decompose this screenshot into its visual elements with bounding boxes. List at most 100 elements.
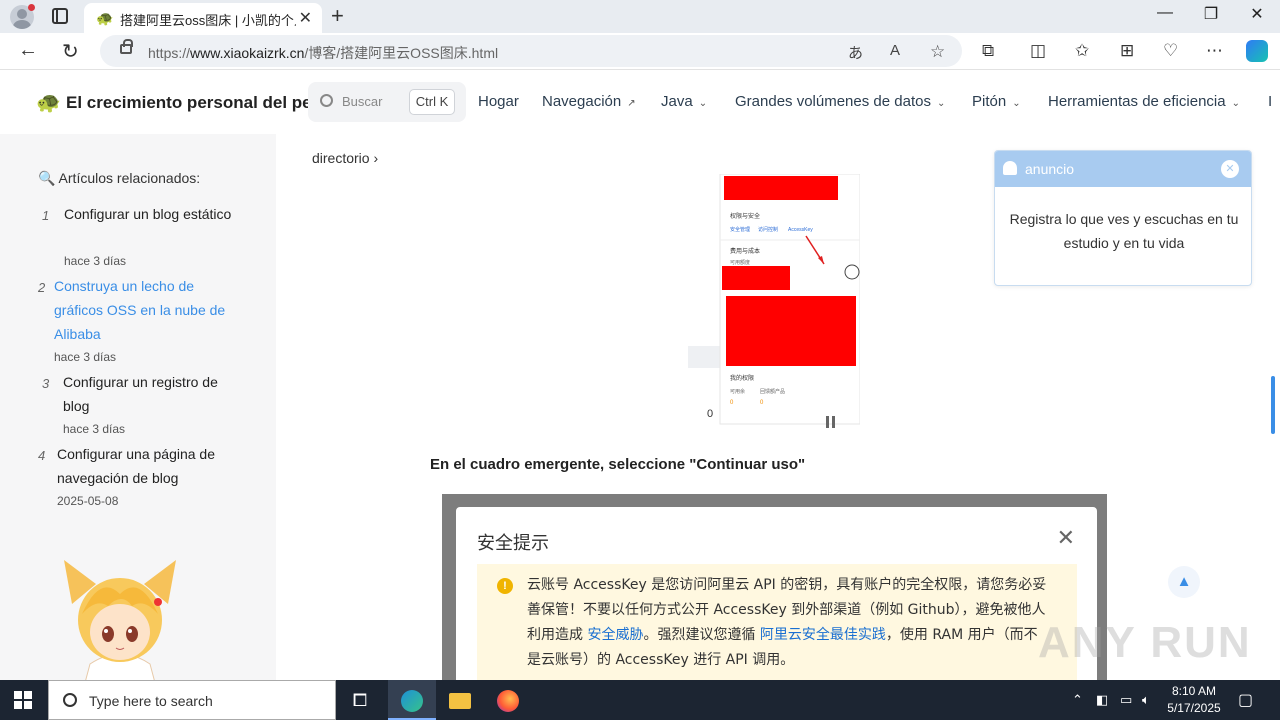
site-header: 🐢 El crecimiento personal del pequeño Ka…: [0, 70, 1280, 134]
announcement-popup: anuncio ✕ Registra lo que ves y escuchas…: [994, 150, 1252, 286]
shot-zero: 0: [707, 408, 713, 420]
breadcrumb[interactable]: directorio ›: [312, 150, 378, 166]
related-item-number: 4: [38, 448, 46, 463]
web-page: 🐢 El crecimiento personal del pequeño Ka…: [0, 70, 1280, 680]
edge-browser-icon[interactable]: [388, 680, 436, 720]
tab-close-icon[interactable]: ✕: [299, 8, 312, 28]
favorite-star-icon[interactable]: ☆: [930, 42, 945, 62]
tray-network-device-icon[interactable]: ◧: [1096, 692, 1108, 708]
nav-big-data[interactable]: Grandes volúmenes de datos ⌄: [735, 93, 945, 110]
chevron-down-icon: ⌄: [936, 98, 946, 109]
split-screen-icon[interactable]: ◫: [1030, 41, 1046, 61]
profile-notification-dot: [28, 4, 35, 11]
firefox-icon[interactable]: [484, 680, 532, 720]
article-caption: En el cuadro emergente, seleccione "Cont…: [430, 456, 806, 473]
related-item-date: hace 3 días: [64, 254, 127, 268]
browser-essentials-icon[interactable]: ♡: [1163, 41, 1178, 61]
nav-home[interactable]: Hogar: [478, 93, 519, 110]
back-to-top-rocket-icon[interactable]: ▲: [1168, 566, 1200, 598]
taskbar-search-box[interactable]: Type here to search: [48, 680, 336, 720]
related-item-number: 3: [42, 376, 50, 391]
article-screenshot-dialog: 安全提示 ✕ ! 云账号 AccessKey 是您访问阿里云 API 的密钥，具…: [442, 494, 1107, 680]
site-search-box[interactable]: Buscar Ctrl K: [308, 82, 466, 122]
shot-orders-title: 我的权限: [730, 374, 754, 382]
chevron-down-icon: ⌄: [698, 98, 708, 109]
article-screenshot-console: 权限与安全 安全管理 访问控制 AccessKey 费用与成本 可用额度 我的权…: [688, 174, 860, 436]
restore-button[interactable]: ❐: [1188, 4, 1234, 24]
nav-more[interactable]: I: [1268, 93, 1272, 110]
shot-col1: 可用余: [730, 388, 745, 395]
best-practice-link: 阿里云安全最佳实践: [759, 627, 886, 643]
more-menu-icon[interactable]: ⋯: [1206, 41, 1223, 61]
anyrun-watermark: ANY RUN: [1038, 618, 1252, 667]
close-window-button[interactable]: ✕: [1234, 4, 1280, 24]
browser-tab-active[interactable]: 🐢 搭建阿里云oss图床 | 小凯的个人成长 ✕: [84, 3, 322, 33]
search-icon: [320, 94, 333, 107]
related-articles-sidebar: 🔍 Artículos relacionados: 1 Configurar u…: [0, 134, 276, 680]
refresh-icon[interactable]: ↻: [62, 39, 79, 64]
related-item-title[interactable]: Configurar un blog estático: [64, 202, 240, 226]
announcement-close-icon[interactable]: ✕: [1221, 160, 1239, 178]
shot-link2: 访问控制: [758, 226, 778, 233]
external-link-icon: ↗: [627, 98, 636, 109]
chevron-right-icon: ›: [373, 150, 379, 166]
extensions-icon[interactable]: ⧉: [982, 41, 994, 61]
collections-icon[interactable]: ⊞: [1120, 41, 1134, 61]
tray-network-icon[interactable]: ▭: [1120, 692, 1132, 708]
related-item-title[interactable]: Configurar una página de navegación de b…: [57, 442, 243, 490]
related-item-date: hace 3 días: [63, 422, 126, 436]
back-arrow-icon[interactable]: ←: [18, 39, 38, 62]
nav-java[interactable]: Java ⌄: [661, 93, 707, 110]
warning-icon: !: [497, 578, 513, 594]
search-icon: [63, 693, 77, 707]
tray-chevron-up-icon[interactable]: ⌃: [1072, 692, 1083, 708]
lock-icon[interactable]: [120, 39, 133, 54]
security-dialog: 安全提示 ✕ ! 云账号 AccessKey 是您访问阿里云 API 的密钥，具…: [456, 507, 1097, 680]
warning-box: ! 云账号 AccessKey 是您访问阿里云 API 的密钥，具有账户的完全权…: [477, 564, 1077, 680]
address-toolbar: ← ↻ https://www.xiaokaizrk.cn/博客/搭建阿里云OS…: [0, 33, 1280, 70]
nav-python[interactable]: Pitón ⌄: [972, 93, 1021, 110]
related-item-title-active[interactable]: Construya un lecho de gráficos OSS en la…: [54, 274, 240, 346]
tray-volume-icon[interactable]: 🔈︎: [1142, 692, 1150, 708]
task-view-icon[interactable]: ⧠: [336, 680, 384, 720]
translate-icon[interactable]: あ: [848, 42, 863, 63]
read-aloud-icon[interactable]: A: [890, 42, 900, 59]
shot-link3: AccessKey: [788, 227, 813, 233]
dialog-close-icon: ✕: [1056, 525, 1075, 550]
chevron-down-icon: ⌄: [1012, 98, 1021, 109]
related-item-date: hace 3 días: [54, 350, 117, 364]
clock-time: 8:10 AM: [1171, 684, 1217, 698]
nav-navigation[interactable]: Navegación ↗: [542, 93, 636, 110]
shot-col2: 回馈额产品: [760, 388, 785, 395]
announcement-body: Registra lo que ves y escuchas en tu est…: [1009, 211, 1239, 251]
related-item-number: 2: [38, 280, 46, 295]
search-placeholder: Buscar: [342, 94, 383, 109]
related-item-number: 1: [42, 208, 50, 223]
copilot-icon[interactable]: [1246, 40, 1268, 62]
related-item-date: 2025-05-08: [57, 494, 119, 508]
favorites-icon[interactable]: ✩: [1075, 41, 1089, 61]
nav-efficiency-tools[interactable]: Herramientas de eficiencia ⌄: [1048, 93, 1240, 110]
site-logo-icon[interactable]: 🐢: [36, 90, 61, 115]
address-bar[interactable]: https://www.xiaokaizrk.cn/博客/搭建阿里云OSS图床.…: [100, 35, 962, 67]
related-item-title[interactable]: Configurar un registro de blog: [63, 370, 243, 418]
shot-cost-sub: 可用额度: [730, 259, 750, 266]
minimize-button[interactable]: —: [1142, 4, 1188, 22]
dialog-title: 安全提示: [477, 533, 549, 553]
tab-actions-icon[interactable]: [52, 8, 68, 24]
url-text[interactable]: https://www.xiaokaizrk.cn/博客/搭建阿里云OSS图床.…: [148, 43, 498, 63]
clock-date: 5/17/2025: [1167, 701, 1221, 715]
chevron-down-icon: ⌄: [1231, 98, 1240, 109]
tab-favicon-icon: 🐢: [96, 10, 114, 26]
notifications-icon[interactable]: ▢: [1238, 690, 1253, 710]
new-tab-button[interactable]: +: [331, 3, 344, 29]
windows-start-icon[interactable]: [14, 691, 32, 709]
file-explorer-icon[interactable]: [436, 680, 484, 720]
announcement-header: anuncio ✕: [995, 151, 1251, 187]
taskbar-clock[interactable]: 8:10 AM 5/17/2025: [1158, 683, 1230, 717]
shot-link1: 安全管理: [730, 226, 750, 233]
security-threat-link: 安全威胁: [587, 627, 644, 643]
mascot-character-icon[interactable]: [60, 554, 180, 680]
page-scrollbar[interactable]: [1271, 376, 1275, 434]
search-shortcut-key: Ctrl K: [409, 89, 455, 115]
